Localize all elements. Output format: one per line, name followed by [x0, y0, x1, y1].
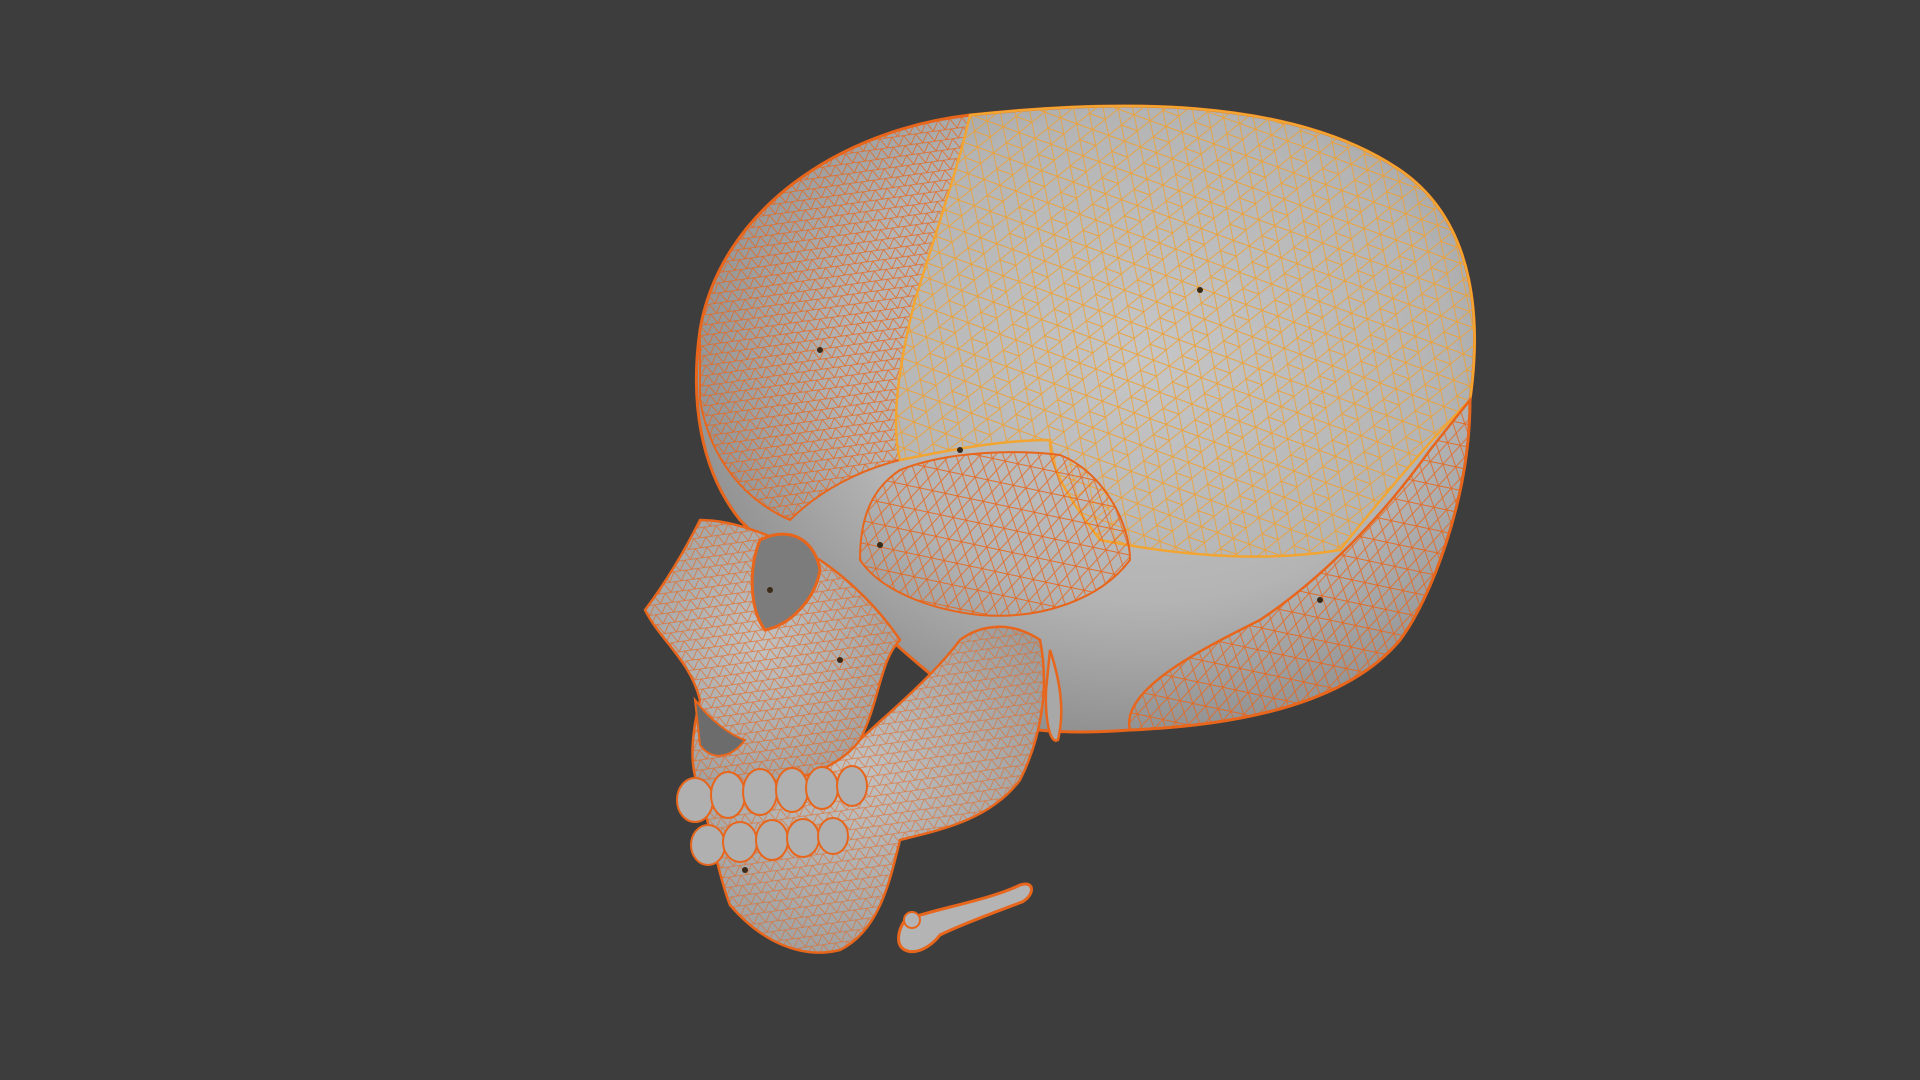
skull-mesh[interactable] — [643, 104, 1476, 954]
hyoid-body — [903, 911, 921, 929]
temporal-bone — [858, 451, 1132, 617]
viewport-canvas[interactable] — [0, 0, 1920, 1080]
3d-viewport[interactable] — [0, 0, 1920, 1080]
